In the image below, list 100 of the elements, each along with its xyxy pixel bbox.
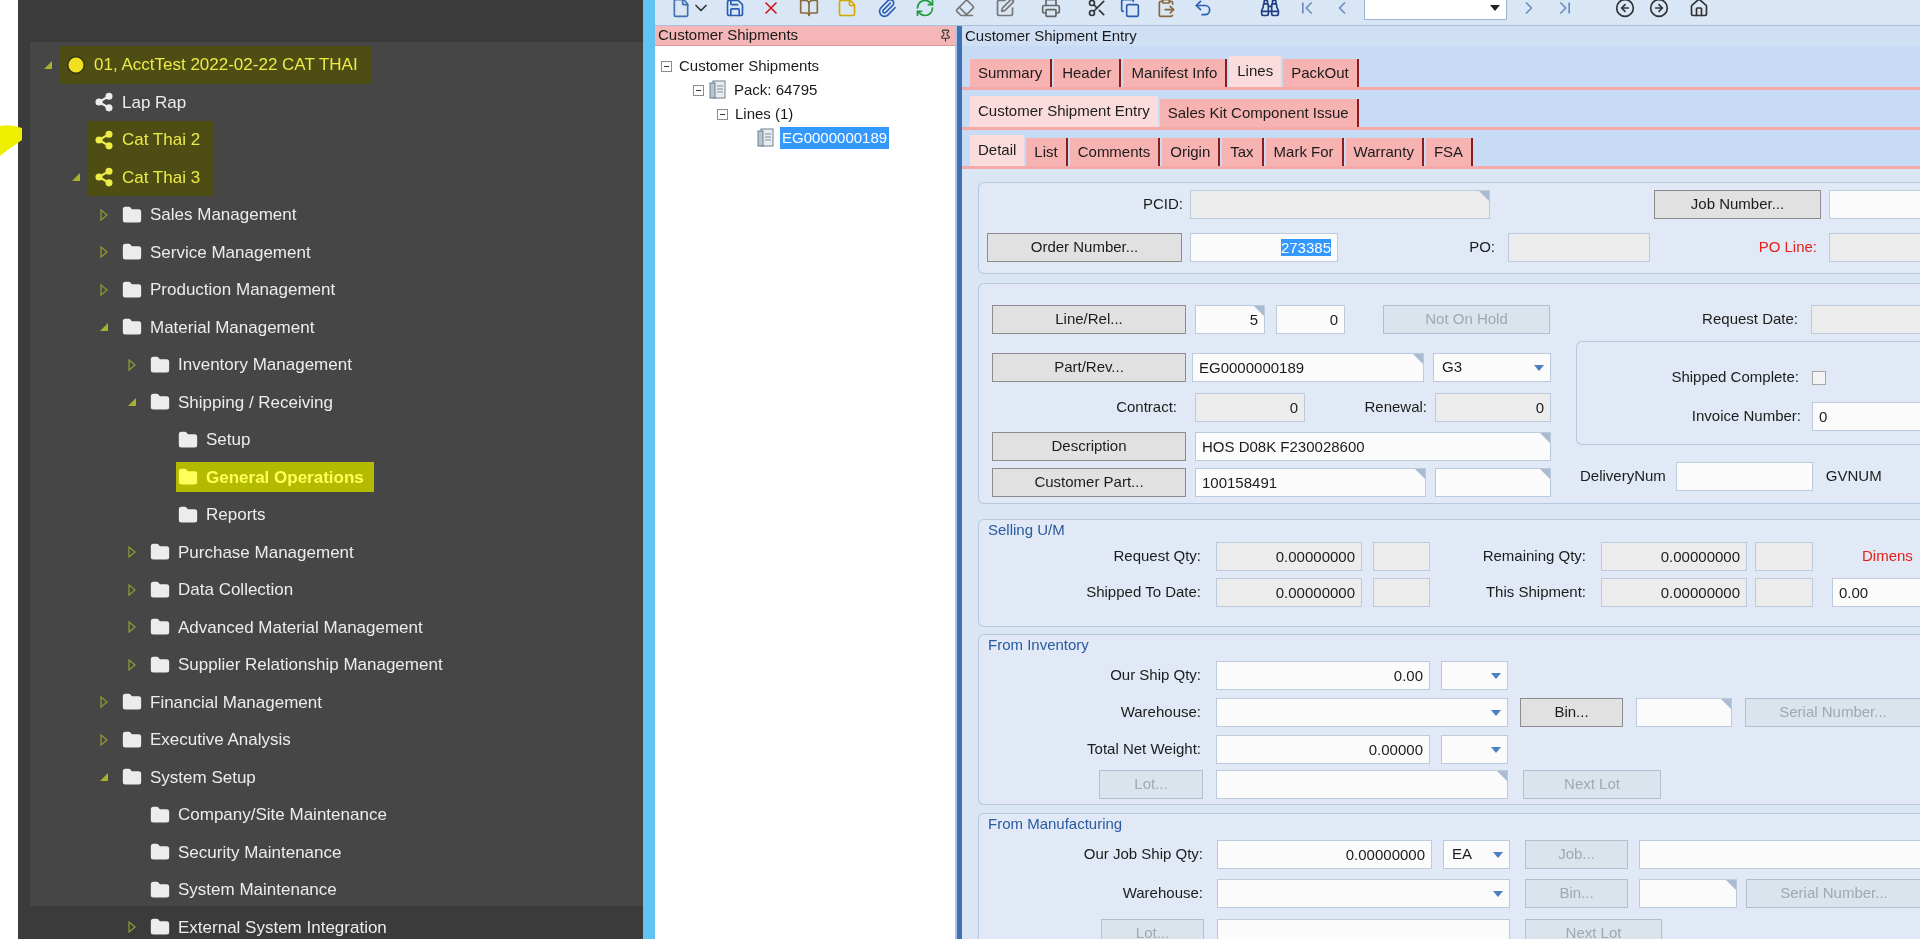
input-field[interactable]: 0.00000000 bbox=[1601, 578, 1747, 607]
home-icon[interactable] bbox=[1689, 0, 1709, 18]
input-field[interactable]: 0 bbox=[1195, 393, 1305, 422]
input-field[interactable] bbox=[1639, 840, 1920, 869]
copy-icon[interactable] bbox=[1120, 0, 1140, 18]
input-field[interactable]: EG0000000189 bbox=[1192, 353, 1424, 382]
tab[interactable]: FSA bbox=[1425, 138, 1474, 166]
expand-arrow-icon[interactable] bbox=[127, 546, 137, 559]
tree-item[interactable]: Sales Management bbox=[120, 199, 307, 230]
collapse-arrow-icon[interactable] bbox=[43, 59, 53, 70]
tree-item[interactable]: Financial Management bbox=[120, 687, 332, 718]
book-icon[interactable] bbox=[799, 0, 819, 18]
dropdown[interactable] bbox=[1216, 698, 1508, 727]
tree-item[interactable]: Material Management bbox=[120, 312, 325, 343]
tree-item[interactable]: Company/Site Maintenance bbox=[148, 799, 397, 830]
search-icon[interactable] bbox=[1260, 0, 1280, 18]
input-field[interactable] bbox=[1190, 190, 1490, 219]
tree-item[interactable]: Security Maintenance bbox=[148, 837, 352, 868]
form-button[interactable]: Customer Part... bbox=[992, 468, 1186, 497]
tree-item[interactable]: System Maintenance bbox=[148, 874, 347, 905]
input-field[interactable] bbox=[1639, 879, 1737, 908]
edit-icon[interactable] bbox=[995, 0, 1015, 18]
collapse-box-icon[interactable] bbox=[717, 108, 728, 120]
form-button[interactable]: Order Number... bbox=[987, 233, 1182, 262]
tree-item[interactable]: Advanced Material Management bbox=[148, 612, 433, 643]
collapse-box-icon[interactable] bbox=[661, 60, 672, 72]
tab[interactable]: Summary bbox=[970, 59, 1053, 87]
input-field[interactable] bbox=[1373, 578, 1430, 607]
tab[interactable]: Warranty bbox=[1345, 138, 1424, 166]
expand-arrow-icon[interactable] bbox=[127, 621, 137, 634]
new-document-icon[interactable] bbox=[671, 0, 691, 18]
input-field[interactable] bbox=[1373, 542, 1430, 571]
tree-item[interactable]: Data Collection bbox=[148, 574, 304, 605]
expand-arrow-icon[interactable] bbox=[127, 358, 137, 371]
input-field[interactable]: 0.00 bbox=[1832, 578, 1920, 607]
input-field[interactable] bbox=[1755, 542, 1813, 571]
tab[interactable]: Sales Kit Component Issue bbox=[1159, 99, 1359, 127]
eraser-icon[interactable] bbox=[955, 0, 975, 18]
input-field[interactable] bbox=[1636, 698, 1732, 727]
tab[interactable]: PackOut bbox=[1283, 59, 1359, 87]
dropdown[interactable]: G3 bbox=[1433, 353, 1551, 382]
pin-icon[interactable] bbox=[939, 29, 952, 42]
tab[interactable]: Header bbox=[1054, 59, 1122, 87]
undo-icon[interactable] bbox=[1193, 0, 1213, 18]
tree-item[interactable]: Reports bbox=[176, 499, 276, 530]
tree-item[interactable]: Executive Analysis bbox=[120, 724, 301, 755]
form-button[interactable]: Part/Rev... bbox=[992, 353, 1186, 382]
input-field[interactable]: 0.00000000 bbox=[1217, 840, 1432, 869]
input-field[interactable]: 0.00000000 bbox=[1601, 542, 1747, 571]
form-button[interactable]: Job Number... bbox=[1654, 190, 1821, 219]
dropdown[interactable] bbox=[1441, 735, 1508, 764]
back-icon[interactable] bbox=[1615, 0, 1635, 18]
input-field[interactable] bbox=[1675, 461, 1813, 491]
note-icon[interactable] bbox=[837, 0, 857, 18]
attachment-icon[interactable] bbox=[877, 0, 897, 18]
collapse-arrow-icon[interactable] bbox=[99, 772, 109, 783]
dropdown[interactable] bbox=[1441, 661, 1508, 690]
record-dropdown[interactable] bbox=[1364, 0, 1507, 20]
tree-item[interactable]: Supplier Relationship Management bbox=[148, 649, 453, 680]
paste-icon[interactable] bbox=[1156, 0, 1176, 18]
dropdown[interactable]: EA bbox=[1443, 840, 1510, 869]
tab[interactable]: Manifest Info bbox=[1123, 59, 1228, 87]
tree-item[interactable]: Production Management bbox=[120, 274, 346, 305]
expand-arrow-icon[interactable] bbox=[127, 658, 137, 671]
input-field[interactable] bbox=[1435, 468, 1551, 497]
form-button[interactable]: Bin... bbox=[1520, 698, 1623, 727]
collapse-arrow-icon[interactable] bbox=[99, 322, 109, 333]
tree-item[interactable]: Lap Rap bbox=[92, 87, 197, 118]
input-field[interactable]: 0 bbox=[1435, 393, 1551, 422]
expand-arrow-icon[interactable] bbox=[99, 208, 109, 221]
tab[interactable]: Origin bbox=[1162, 138, 1221, 166]
tree-item[interactable]: Setup bbox=[176, 424, 261, 455]
input-field[interactable]: 0.00 bbox=[1216, 661, 1430, 690]
tab[interactable]: Lines bbox=[1229, 56, 1282, 87]
input-field[interactable]: 5 bbox=[1195, 305, 1265, 334]
input-field[interactable] bbox=[1811, 305, 1920, 334]
tab[interactable]: Customer Shipment Entry bbox=[970, 96, 1158, 127]
checkbox[interactable] bbox=[1812, 370, 1826, 385]
input-field[interactable]: HOS D08K F230028600 bbox=[1195, 432, 1551, 461]
input-field[interactable] bbox=[1829, 233, 1920, 262]
expand-arrow-icon[interactable] bbox=[99, 246, 109, 259]
tree-item[interactable]: Lines (1) bbox=[733, 102, 796, 126]
input-field[interactable] bbox=[1755, 578, 1813, 607]
dropdown[interactable] bbox=[1217, 879, 1510, 908]
collapse-arrow-icon[interactable] bbox=[127, 397, 137, 408]
tree-item[interactable]: Customer Shipments bbox=[677, 54, 822, 78]
tree-item[interactable]: Purchase Management bbox=[148, 537, 364, 568]
tab[interactable]: Tax bbox=[1222, 138, 1264, 166]
expand-arrow-icon[interactable] bbox=[99, 283, 109, 296]
expand-arrow-icon[interactable] bbox=[99, 733, 109, 746]
tree-item[interactable]: Pack: 64795 bbox=[732, 78, 820, 102]
tab[interactable]: Comments bbox=[1069, 138, 1161, 166]
form-button[interactable]: Line/Rel... bbox=[992, 305, 1186, 334]
tab[interactable]: List bbox=[1026, 138, 1068, 166]
collapse-arrow-icon[interactable] bbox=[71, 172, 81, 183]
expand-arrow-icon[interactable] bbox=[127, 583, 137, 596]
input-field[interactable] bbox=[1829, 190, 1920, 219]
tree-item[interactable]: System Setup bbox=[120, 762, 266, 793]
tree-item[interactable]: Service Management bbox=[120, 237, 321, 268]
forward-icon[interactable] bbox=[1649, 0, 1669, 18]
